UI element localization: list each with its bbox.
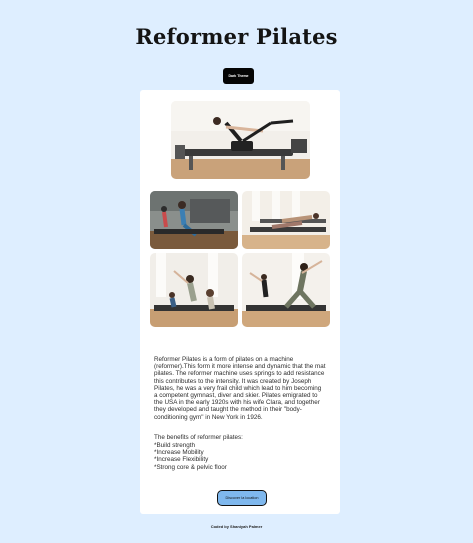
main-reformer-photo — [171, 101, 310, 179]
benefit-item: *Strong core & pelvic floor — [154, 463, 227, 471]
pilates-description: Reformer Pilates is a form of pilates on… — [154, 356, 326, 421]
class-photo-4 — [242, 253, 330, 327]
class-photo-1 — [150, 191, 238, 249]
footer-credit: Coded by Shaniyah Palmer — [210, 524, 263, 529]
benefit-item: *Build strength — [154, 442, 195, 449]
content-card: Reformer Pilates is a form of pilates on… — [140, 90, 340, 514]
discover-location-button[interactable]: Discover la location — [217, 490, 267, 506]
benefit-item: *Increase Flexibility — [154, 456, 209, 464]
benefit-item: *Increase Mobility — [154, 449, 204, 457]
class-photo-2 — [242, 191, 330, 249]
benefits-list: *Build strength *Increase Mobility *Incr… — [154, 442, 326, 471]
page-title: Reformer Pilates — [135, 24, 338, 49]
class-photo-3 — [150, 253, 238, 327]
benefits-heading: The benefits of reformer pilates: — [154, 434, 243, 441]
dark-theme-button[interactable]: Dark Theme — [223, 68, 254, 84]
